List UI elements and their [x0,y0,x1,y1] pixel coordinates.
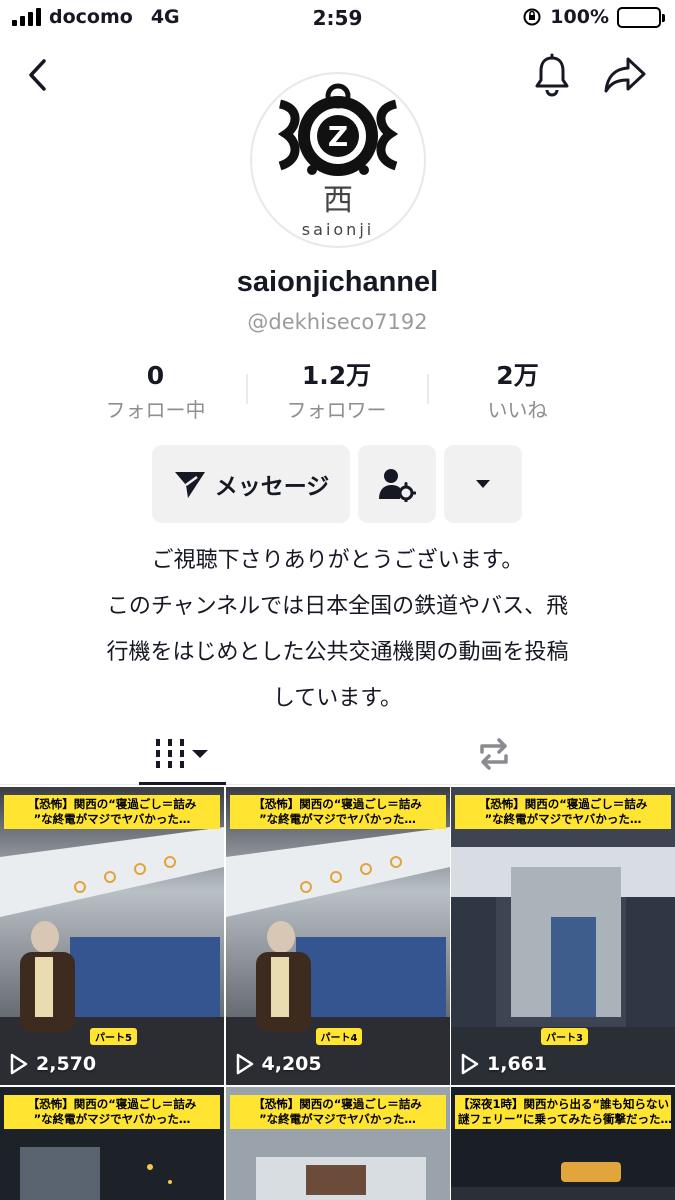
caption-line: ”な終電がマジでヤバかった… [484,812,642,826]
part-badge: パート3 [541,1028,588,1045]
video-thumbnail[interactable]: 【恐怖】関西の“寝過ごし＝詰み ”な終電がマジでヤバかった… パート3 1,66… [451,787,675,1085]
stat-value: 0 [146,361,165,390]
view-count: 2,570 [10,1053,96,1075]
video-thumbnail[interactable]: 【恐怖】関西の“寝過ごし＝詰み ”な終電がマジでヤバかった… パート4 4,20… [225,787,450,1085]
caption-line: ”な終電がマジでヤバかった… [259,812,416,826]
view-count-value: 4,205 [261,1053,322,1075]
video-caption: 【恐怖】関西の“寝過ごし＝詰み ”な終電がマジでヤバかった… [229,1095,446,1129]
battery-percent: 100% [550,6,609,28]
profile-stats: 0 フォロー中 1.2万 フォロワー 2万 いいね [65,360,608,422]
videos-grid-icon [155,739,208,768]
avatar-text: saionji [302,220,374,239]
bell-icon [535,53,569,97]
stat-likes[interactable]: 2万 いいね [427,360,608,422]
caption-line: 謎フェリー”に乗ってみたら衝撃だった… [458,1112,671,1126]
part-badge: パート4 [315,1028,363,1045]
video-grid: 【恐怖】関西の“寝過ごし＝詰み ”な終電がマジでヤバかった… パート5 2,57… [0,787,675,1200]
video-thumbnail[interactable]: 【恐怖】関西の“寝過ごし＝詰み ”な終電がマジでヤバかった… [0,1087,224,1200]
caret-down-icon [476,480,490,488]
user-settings-icon [379,469,416,502]
video-caption: 【恐怖】関西の“寝過ごし＝詰み ”な終電がマジでヤバかった… [4,1095,220,1129]
bio-line: しています。 [272,686,403,711]
message-label: メッセージ [214,474,330,500]
stat-label: いいね [487,398,548,422]
back-button[interactable] [14,50,64,100]
caption-line: 【恐怖】関西の“寝過ごし＝詰み [27,797,197,811]
avatar-letter: Z [328,120,348,153]
video-caption: 【恐怖】関西の“寝過ごし＝詰み ”な終電がマジでヤバかった… [229,795,446,829]
send-icon [174,472,205,498]
caption-line: ”な終電がマジでヤバかった… [33,812,191,826]
caption-line: ”な終電がマジでヤバかった… [33,1112,191,1126]
part-badge: パート5 [90,1028,137,1045]
view-count-value: 2,570 [36,1053,97,1075]
content-tabs [0,723,675,785]
caption-line: ”な終電がマジでヤバかった… [259,1112,416,1126]
tab-videos[interactable] [139,723,226,785]
stat-label: フォロー中 [105,398,206,422]
stat-value: 2万 [496,361,539,390]
share-button[interactable] [600,50,650,100]
caption-line: 【恐怖】関西の“寝過ごし＝詰み [478,797,648,811]
video-caption: 【深夜1時】関西から出る“誰も知らない 謎フェリー”に乗ってみたら衝撃だった… [455,1095,671,1129]
friend-settings-button[interactable] [358,445,436,523]
status-right: 100% [522,6,665,28]
share-arrow-icon [604,57,646,93]
play-icon [236,1053,253,1075]
profile-actions: メッセージ [152,445,522,523]
user-handle: @dekhiseco7192 [247,310,428,334]
bio: ご視聴下さりありがとうございます。 このチャンネルでは日本全国の鉄道やバス、飛 … [50,538,625,722]
stat-following[interactable]: 0 フォロー中 [65,360,246,422]
status-bar: docomo 4G 2:59 100% [0,0,675,38]
video-caption: 【恐怖】関西の“寝過ごし＝詰み ”な終電がマジでヤバかった… [455,795,671,829]
battery-icon [617,6,665,28]
username: saionjichannel [236,266,439,298]
play-icon [10,1053,28,1075]
notification-button[interactable] [527,50,577,100]
video-thumbnail[interactable]: 【深夜1時】関西から出る“誰も知らない 謎フェリー”に乗ってみたら衝撃だった… [451,1087,675,1200]
stat-followers[interactable]: 1.2万 フォロワー [246,360,427,422]
avatar-kanji: 西 [323,183,353,218]
video-thumbnail[interactable]: 【恐怖】関西の“寝過ごし＝詰み ”な終電がマジでヤバかった… [225,1087,450,1200]
video-caption: 【恐怖】関西の“寝過ごし＝詰み ”な終電がマジでヤバかった… [4,795,220,829]
chevron-left-icon [29,59,46,91]
avatar[interactable]: Z 西 saionji [250,72,426,248]
active-tab-indicator [139,782,226,785]
stat-value: 1.2万 [301,361,372,390]
repost-icon [479,738,508,770]
play-icon [461,1053,479,1075]
bio-line: 行機をはじめとした公共交通機関の動画を投稿 [106,640,569,665]
stat-label: フォロワー [286,398,387,422]
caption-line: 【恐怖】関西の“寝過ごし＝詰み [27,1097,197,1111]
message-button[interactable]: メッセージ [152,445,350,523]
caption-line: 【恐怖】関西の“寝過ごし＝詰み [253,797,422,811]
more-dropdown-button[interactable] [444,445,522,523]
channel-logo-icon: Z 西 saionji [277,83,399,239]
video-thumbnail[interactable]: 【恐怖】関西の“寝過ごし＝詰み ”な終電がマジでヤバかった… パート5 2,57… [0,787,224,1085]
tab-reposts[interactable] [450,723,537,785]
view-count-value: 1,661 [487,1053,548,1075]
view-count: 4,205 [236,1053,322,1075]
caption-line: 【深夜1時】関西から出る“誰も知らない [458,1097,670,1111]
caption-line: 【恐怖】関西の“寝過ごし＝詰み [253,1097,422,1111]
bio-line: このチャンネルでは日本全国の鉄道やバス、飛 [106,594,569,619]
bio-line: ご視聴下さりありがとうございます。 [151,548,524,573]
view-count: 1,661 [461,1053,547,1075]
orientation-lock-icon [523,8,541,26]
